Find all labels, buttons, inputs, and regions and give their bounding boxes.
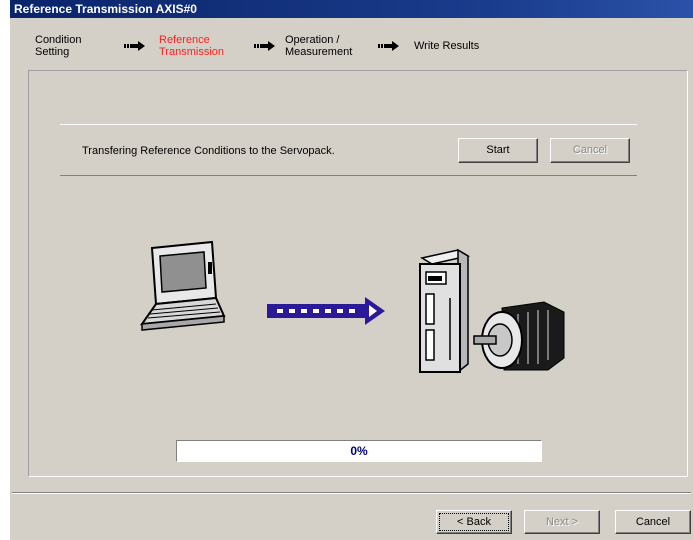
next-button[interactable]: Next > [524,510,600,534]
step-arrow-icon [124,41,145,51]
laptop-icon [139,240,226,331]
wizard-window: Reference Transmission AXIS#0 Condition … [10,0,693,540]
transfer-group: Transfering Reference Conditions to the … [60,124,637,176]
step-operation-measurement: Operation / Measurement [285,34,353,58]
step-arrow-icon [378,41,399,51]
transfer-arrow-icon [267,297,385,325]
back-button[interactable]: < Back [436,510,512,534]
transfer-cancel-button[interactable]: Cancel [550,138,630,163]
footer-divider [12,492,691,494]
transfer-progress-bar: 0% [176,440,542,462]
start-button[interactable]: Start [458,138,538,163]
step-arrow-icon [254,41,275,51]
window-title: Reference Transmission AXIS#0 [14,2,197,16]
title-bar[interactable]: Reference Transmission AXIS#0 [10,0,693,18]
step-reference-transmission: Reference Transmission [159,34,224,58]
step-condition-setting: Condition Setting [35,34,82,58]
servomotor-icon [473,301,565,371]
servopack-icon [419,248,470,374]
transfer-message: Transfering Reference Conditions to the … [82,145,335,157]
step-write-results: Write Results [414,40,480,52]
cancel-button[interactable]: Cancel [615,510,691,534]
progress-label: 0% [350,444,368,458]
